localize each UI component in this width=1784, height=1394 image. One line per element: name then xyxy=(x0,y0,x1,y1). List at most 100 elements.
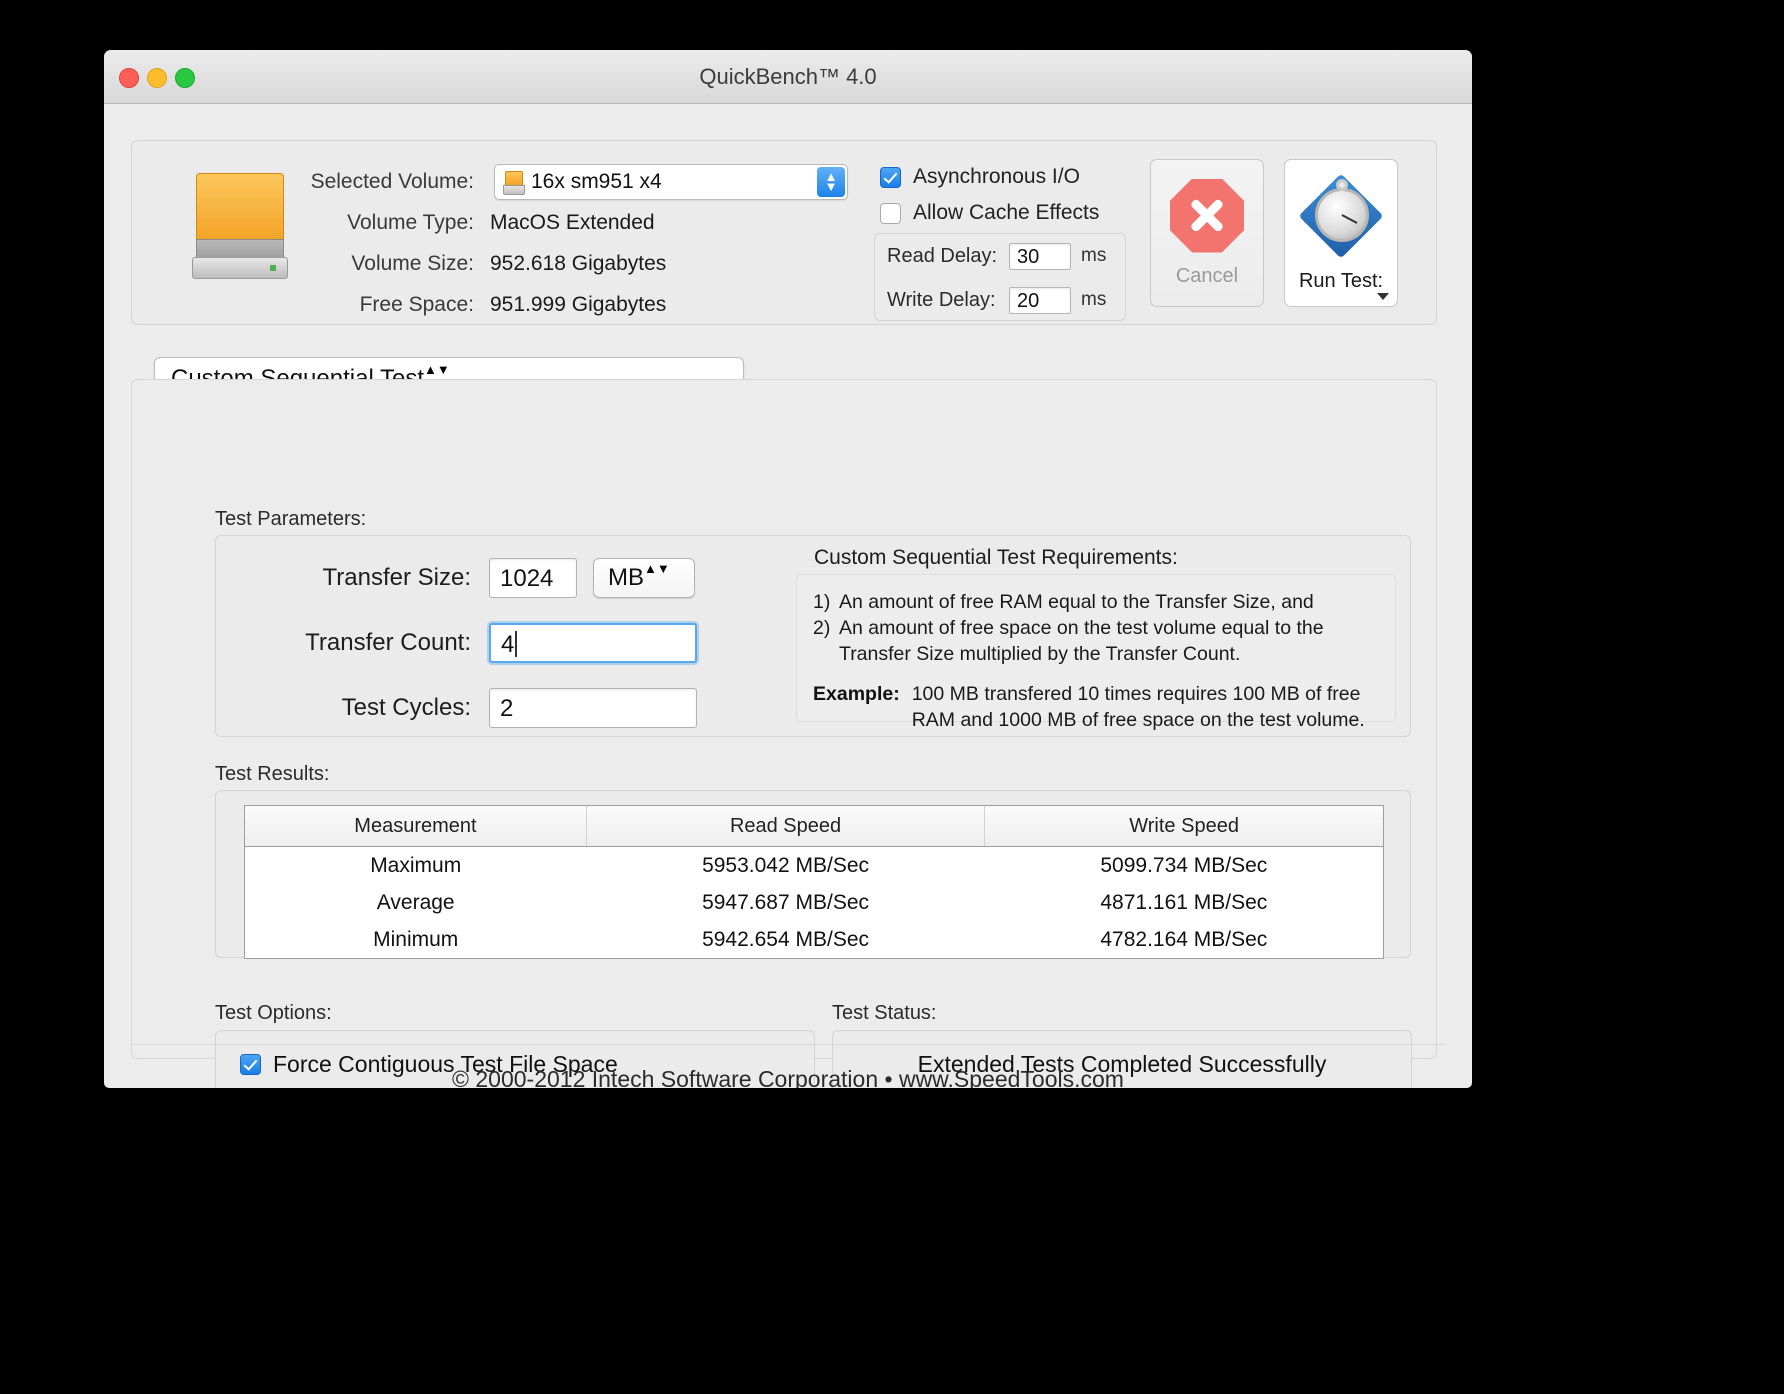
transfer-count-value: 4 xyxy=(501,631,515,658)
test-results-label: Test Results: xyxy=(215,763,330,785)
async-io-checkbox[interactable] xyxy=(880,166,901,188)
example-line-1: 100 MB transfered 10 times requires 100 … xyxy=(911,683,1361,705)
read-delay-row: Read Delay: 30 ms xyxy=(875,234,1125,278)
read-delay-input[interactable]: 30 xyxy=(1009,242,1071,270)
zoom-window-button[interactable] xyxy=(175,68,195,88)
column-header-measurement: Measurement xyxy=(245,806,587,847)
traffic-light-group xyxy=(119,68,195,88)
requirements-title: Custom Sequential Test Requirements: xyxy=(814,546,1178,569)
row-write-speed: 4871.161 MB/Sec xyxy=(984,884,1383,921)
footer-divider xyxy=(131,1044,1445,1045)
allow-cache-checkbox[interactable] xyxy=(880,202,901,224)
cancel-button[interactable]: Cancel xyxy=(1150,159,1264,307)
row-write-speed: 4782.164 MB/Sec xyxy=(984,921,1383,958)
selected-volume-dropdown[interactable]: 16x sm951 x4 ▲ ▼ xyxy=(494,163,848,200)
column-header-write-speed: Write Speed xyxy=(984,806,1383,847)
transfer-size-label: Transfer Size: xyxy=(322,564,472,591)
free-space-row: Free Space: 951.999 Gigabytes xyxy=(292,284,852,325)
requirements-panel: 1) An amount of free RAM equal to the Tr… xyxy=(796,574,1396,731)
row-measurement: Maximum xyxy=(245,846,587,884)
requirement-number: 1) xyxy=(813,591,831,613)
transfer-size-input[interactable]: 1024 xyxy=(489,558,577,598)
window-title: QuickBench™ 4.0 xyxy=(699,64,877,89)
close-window-button[interactable] xyxy=(119,68,139,88)
title-bar: QuickBench™ 4.0 xyxy=(104,50,1472,104)
test-cycles-row: Test Cycles: 2 xyxy=(216,688,697,728)
volume-size-label: Volume Size: xyxy=(351,251,474,275)
free-space-value: 951.999 Gigabytes xyxy=(490,292,667,316)
read-delay-unit: ms xyxy=(1081,245,1107,266)
test-results-group: Measurement Read Speed Write Speed Maxim… xyxy=(215,790,1411,959)
allow-cache-row[interactable]: Allow Cache Effects xyxy=(880,195,1099,231)
row-measurement: Minimum xyxy=(245,921,587,958)
test-status-label: Test Status: xyxy=(832,1002,937,1024)
volume-size-row: Volume Size: 952.618 Gigabytes xyxy=(292,243,852,284)
mini-drive-icon xyxy=(503,170,525,195)
test-options-label: Test Options: xyxy=(215,1002,332,1024)
requirement-text: An amount of free RAM equal to the Trans… xyxy=(839,591,1314,613)
app-window: QuickBench™ 4.0 Selected Volume: 16x sm9 xyxy=(104,50,1472,1088)
chevron-updown-icon[interactable]: ▲▼ xyxy=(644,560,674,596)
async-io-row[interactable]: Asynchronous I/O xyxy=(880,159,1099,195)
chevron-updown-icon[interactable]: ▲▼ xyxy=(817,166,845,197)
test-cycles-input[interactable]: 2 xyxy=(489,688,697,728)
cancel-octagon-icon xyxy=(1170,178,1244,253)
volume-size-value: 952.618 Gigabytes xyxy=(490,251,667,275)
delay-settings-group: Read Delay: 30 ms Write Delay: 20 ms xyxy=(874,233,1126,321)
transfer-size-row: Transfer Size: 1024 MB ▲▼ xyxy=(216,558,695,598)
row-measurement: Average xyxy=(245,884,587,921)
volume-info-rows: Selected Volume: 16x sm951 x4 ▲ ▼ Volume … xyxy=(292,161,852,325)
volume-type-label: Volume Type: xyxy=(347,210,474,234)
selected-volume-value: 16x sm951 x4 xyxy=(531,169,662,193)
text-cursor xyxy=(515,630,518,657)
test-cycles-label: Test Cycles: xyxy=(341,694,471,721)
volume-type-row: Volume Type: MacOS Extended xyxy=(292,202,852,243)
example-label: Example: xyxy=(813,683,900,705)
run-test-button[interactable]: Run Test: xyxy=(1284,159,1398,307)
transfer-count-input[interactable]: 4 xyxy=(489,623,697,663)
volume-type-value: MacOS Extended xyxy=(490,210,655,234)
results-table-frame: Measurement Read Speed Write Speed Maxim… xyxy=(244,805,1384,959)
minimize-window-button[interactable] xyxy=(147,68,167,88)
volume-info-panel: Selected Volume: 16x sm951 x4 ▲ ▼ Volume … xyxy=(131,140,1437,325)
test-parameters-group: Transfer Size: 1024 MB ▲▼ Transfer Count… xyxy=(215,535,1411,737)
requirement-text: An amount of free space on the test volu… xyxy=(839,617,1324,639)
selected-volume-label: Selected Volume: xyxy=(310,169,474,193)
read-delay-label: Read Delay: xyxy=(887,244,998,267)
table-row: Average 5947.687 MB/Sec 4871.161 MB/Sec xyxy=(245,884,1383,921)
free-space-label: Free Space: xyxy=(359,292,474,316)
cancel-button-label: Cancel xyxy=(1175,264,1239,287)
column-header-read-speed: Read Speed xyxy=(586,806,986,847)
test-parameters-label: Test Parameters: xyxy=(215,508,367,530)
hard-drive-icon xyxy=(192,173,288,279)
row-read-speed: 5947.687 MB/Sec xyxy=(586,884,985,921)
row-read-speed: 5953.042 MB/Sec xyxy=(586,846,985,884)
table-row: Minimum 5942.654 MB/Sec 4782.164 MB/Sec xyxy=(245,921,1383,958)
test-panel: Test Parameters: Transfer Size: 1024 MB … xyxy=(131,379,1437,1088)
requirement-example: Example: 100 MB transfered 10 times requ… xyxy=(813,681,1379,733)
requirement-item: 1) An amount of free RAM equal to the Tr… xyxy=(813,589,1379,615)
row-write-speed: 5099.734 MB/Sec xyxy=(984,846,1383,884)
table-row: Maximum 5953.042 MB/Sec 5099.734 MB/Sec xyxy=(245,846,1383,884)
stopwatch-icon xyxy=(1298,173,1384,258)
table-header-row: Measurement Read Speed Write Speed xyxy=(245,806,1383,847)
requirement-text-cont: Transfer Size multiplied by the Transfer… xyxy=(839,643,1241,665)
example-line-2: RAM and 1000 MB of free space on the tes… xyxy=(911,709,1365,731)
requirement-item: 2) An amount of free space on the test v… xyxy=(813,615,1379,641)
chevron-down-icon[interactable] xyxy=(1377,293,1389,300)
write-delay-label: Write Delay: xyxy=(887,288,996,311)
run-test-button-label: Run Test: xyxy=(1298,269,1384,292)
allow-cache-label: Allow Cache Effects xyxy=(913,201,1100,224)
write-delay-input[interactable]: 20 xyxy=(1009,286,1071,314)
async-io-label: Asynchronous I/O xyxy=(913,165,1080,188)
transfer-count-label: Transfer Count: xyxy=(305,629,471,656)
row-read-speed: 5942.654 MB/Sec xyxy=(586,921,985,958)
window-content: Selected Volume: 16x sm951 x4 ▲ ▼ Volume … xyxy=(104,104,1472,1088)
transfer-size-unit-dropdown[interactable]: MB ▲▼ xyxy=(593,558,695,598)
footer-copyright: © 2000-2012 Intech Software Corporation … xyxy=(452,1066,1124,1088)
requirement-number: 2) xyxy=(813,617,831,639)
results-table: Measurement Read Speed Write Speed Maxim… xyxy=(245,806,1383,958)
transfer-size-unit-value: MB xyxy=(608,564,644,591)
write-delay-unit: ms xyxy=(1081,289,1107,310)
transfer-count-row: Transfer Count: 4 xyxy=(216,623,697,663)
